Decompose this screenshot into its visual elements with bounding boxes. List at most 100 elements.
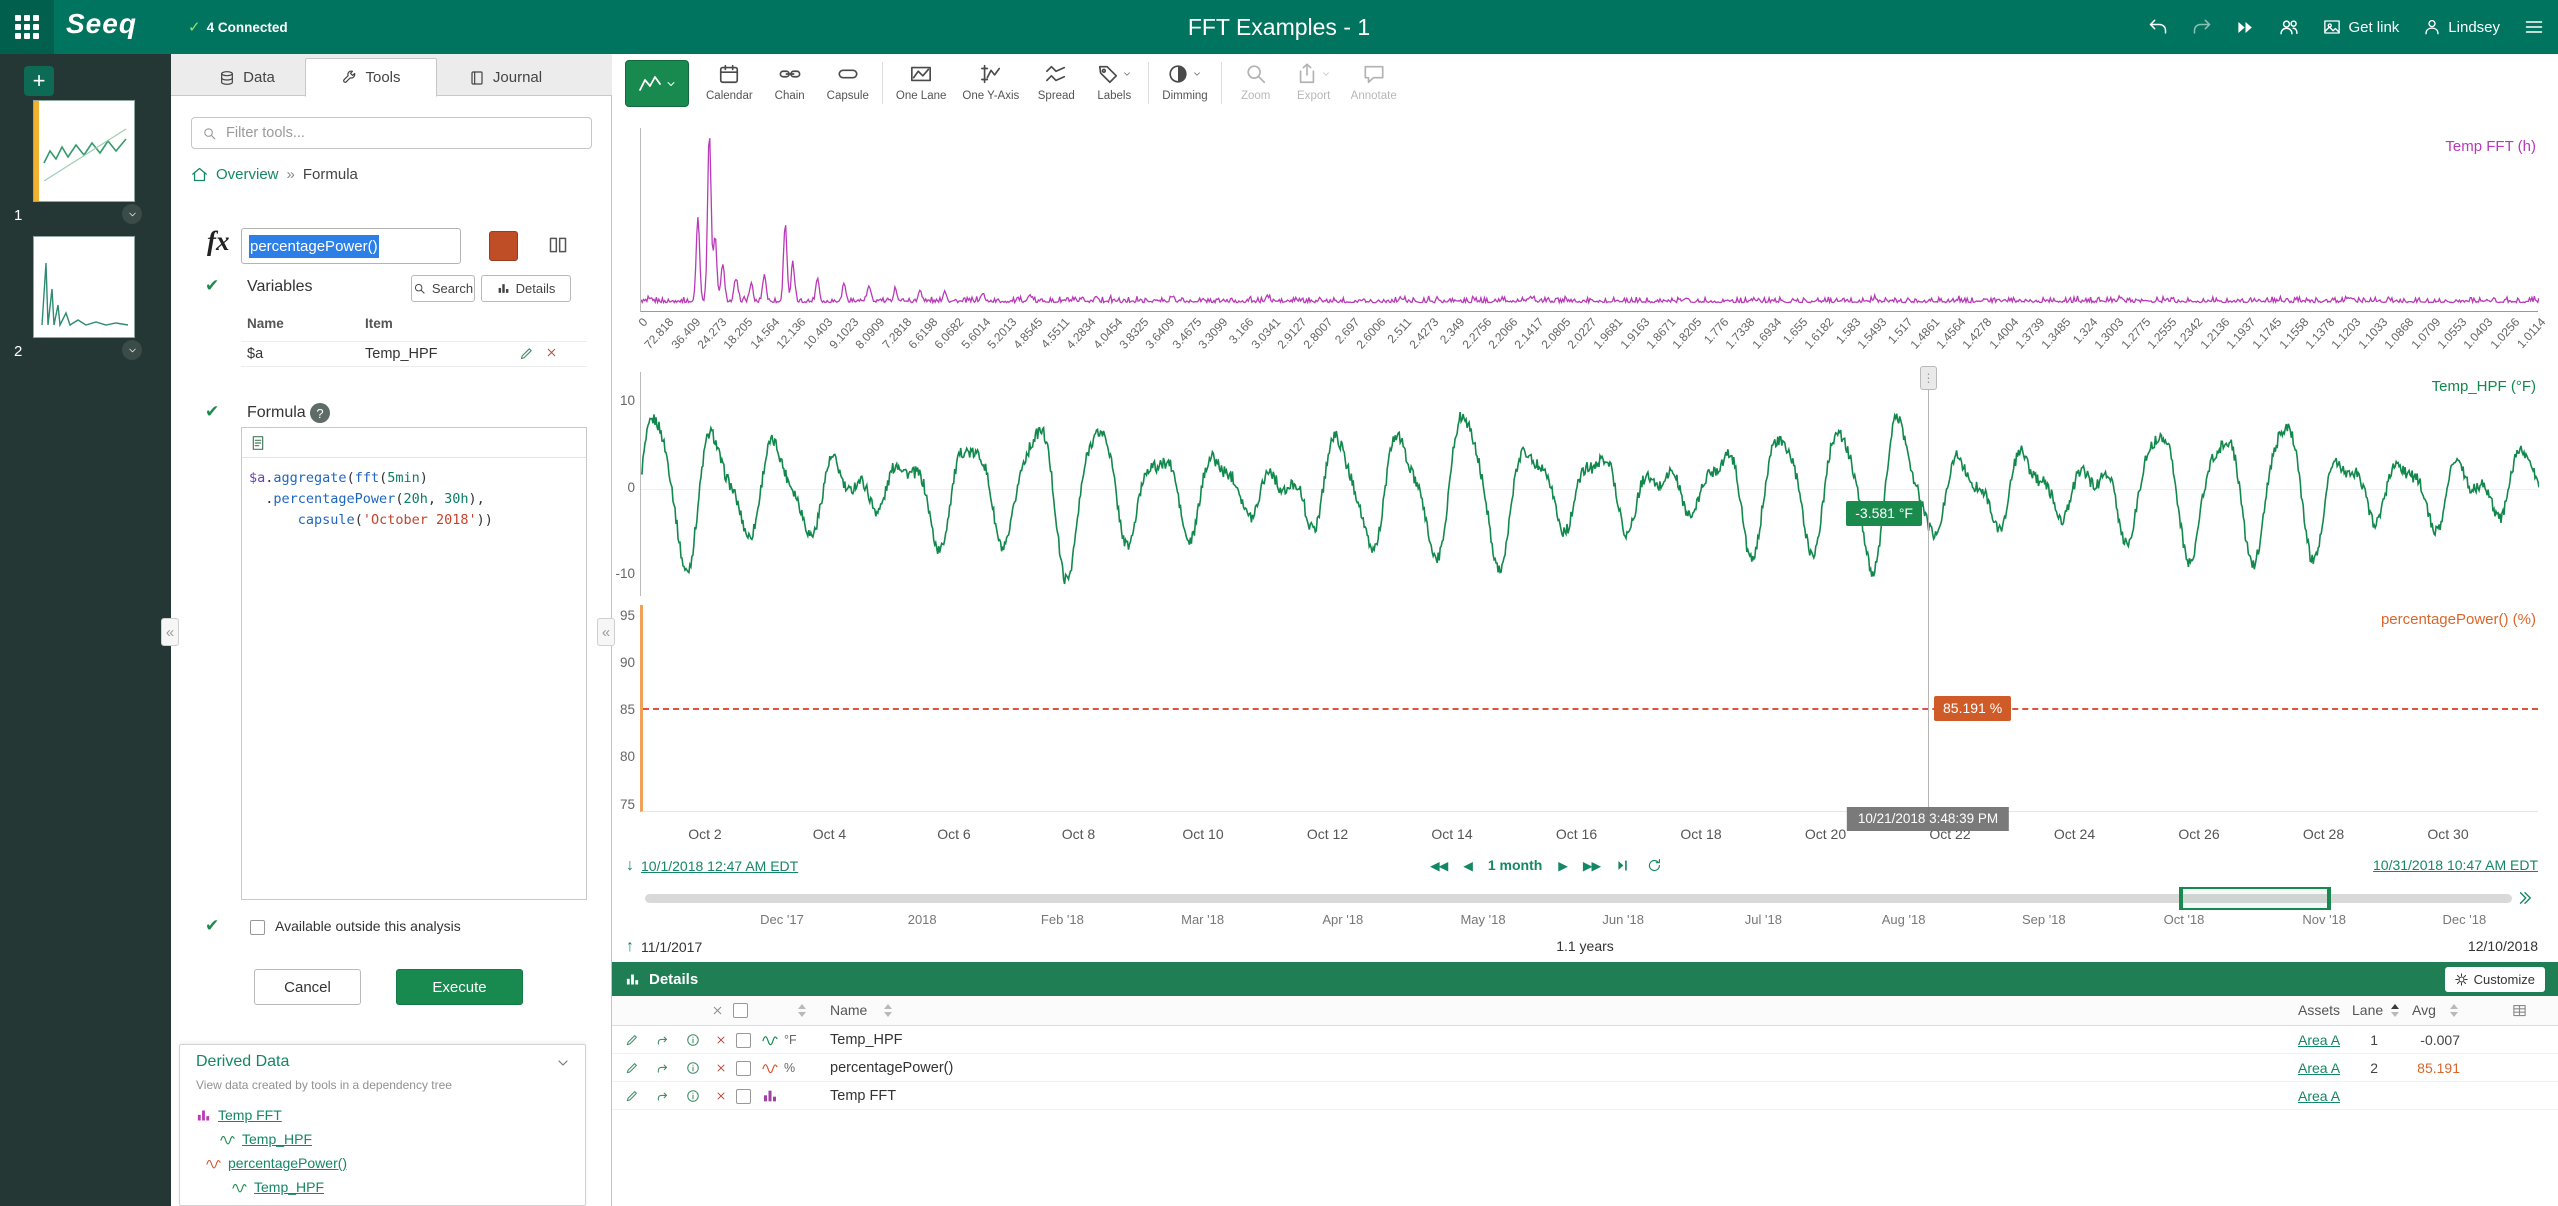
worksheet-menu-button[interactable] (122, 204, 142, 224)
collapse-sidebar-handle[interactable]: « (161, 618, 179, 646)
toolbar-dimming-button[interactable]: Dimming (1154, 58, 1215, 110)
add-worksheet-button[interactable]: + (24, 66, 54, 96)
derived-data-item[interactable]: Temp_HPF (180, 1175, 585, 1199)
info-icon[interactable] (686, 1089, 700, 1103)
remove-item-icon[interactable] (715, 1062, 727, 1074)
remove-variable-icon[interactable] (545, 346, 558, 359)
user-menu[interactable]: Lindsey (2423, 18, 2500, 36)
help-icon[interactable]: ? (310, 403, 330, 423)
derive-icon[interactable] (656, 1089, 670, 1103)
cursor-handle[interactable]: ⋮ (1920, 366, 1937, 390)
collapse-chevron-icon[interactable] (555, 1055, 571, 1071)
undo-icon[interactable] (2148, 17, 2168, 37)
cancel-button[interactable]: Cancel (254, 969, 361, 1005)
search-button[interactable]: Search (411, 275, 475, 302)
sort-asc-icon[interactable] (2391, 1004, 2400, 1017)
sort-icon[interactable] (884, 1004, 893, 1017)
range-end-link[interactable]: 10/31/2018 10:47 AM EDT (2373, 857, 2538, 873)
share-users-icon[interactable] (2279, 17, 2299, 37)
collapse-tools-handle[interactable]: « (597, 618, 615, 646)
details-button[interactable]: Details (481, 275, 571, 302)
select-all-checkbox[interactable] (733, 1003, 748, 1018)
formula-code[interactable]: $a.aggregate(fft(5min) .percentagePower(… (242, 458, 586, 541)
table-grid-icon[interactable] (2512, 1003, 2527, 1018)
derived-item-link[interactable]: Temp FFT (218, 1107, 282, 1123)
derive-icon[interactable] (656, 1033, 670, 1047)
range-start-link[interactable]: 10/1/2018 12:47 AM EDT (641, 858, 798, 874)
info-icon[interactable] (686, 1033, 700, 1047)
toolbar-labels-button[interactable]: Labels (1085, 58, 1143, 110)
duration-selector[interactable]: 1 month (1488, 857, 1542, 873)
tab-data[interactable]: Data (191, 58, 303, 97)
signal-name[interactable]: Temp_HPF (830, 1032, 903, 1048)
step-back-half-button[interactable]: ◀ (1463, 858, 1473, 873)
edit-item-icon[interactable] (625, 1061, 639, 1075)
signal-name[interactable]: percentagePower() (830, 1060, 953, 1076)
tab-tools[interactable]: Tools (305, 58, 437, 97)
customize-button[interactable]: Customize (2444, 966, 2545, 992)
redo-icon[interactable] (2192, 17, 2212, 37)
sort-icon[interactable] (798, 1004, 807, 1017)
app-grid-button[interactable] (0, 0, 54, 54)
row-checkbox[interactable] (736, 1061, 751, 1076)
hamburger-menu-icon[interactable] (2524, 17, 2544, 37)
worksheet-menu-button[interactable] (122, 340, 142, 360)
execute-button[interactable]: Execute (396, 969, 523, 1005)
asset-link[interactable]: Area A (2298, 1060, 2340, 1076)
row-checkbox[interactable] (736, 1033, 751, 1048)
edit-item-icon[interactable] (625, 1033, 639, 1047)
derived-data-item[interactable]: Temp_HPF (180, 1127, 585, 1151)
toolbar-chain-button[interactable]: Chain (761, 58, 819, 110)
edit-variable-icon[interactable] (519, 346, 534, 361)
color-swatch-button[interactable] (489, 231, 518, 261)
timebar-zoom-icon[interactable] (2516, 889, 2534, 907)
col-name[interactable]: Name (830, 1002, 867, 1018)
derived-item-link[interactable]: Temp_HPF (254, 1179, 324, 1195)
worksheet-thumbnail-1[interactable] (33, 100, 135, 202)
derived-item-link[interactable]: percentagePower() (228, 1155, 347, 1171)
breadcrumb-overview-link[interactable]: Overview (216, 166, 279, 183)
toolbar-calendar-button[interactable]: Calendar (698, 58, 761, 110)
available-outside-checkbox[interactable] (250, 920, 265, 935)
document-icon[interactable] (250, 435, 266, 451)
remove-item-icon[interactable] (715, 1034, 727, 1046)
col-avg[interactable]: Avg (2412, 1002, 2436, 1018)
skip-to-now-button[interactable] (1616, 858, 1631, 873)
selection-handle-right[interactable] (2327, 887, 2331, 910)
view-selector-button[interactable] (625, 60, 689, 107)
tab-journal[interactable]: Journal (439, 58, 572, 97)
step-back-full-button[interactable]: ◀◀ (1430, 858, 1448, 873)
toolbar-onelane-button[interactable]: One Lane (888, 58, 955, 110)
sort-icon[interactable] (2450, 1004, 2459, 1017)
selection-handle-left[interactable] (2179, 887, 2183, 910)
derived-data-item[interactable]: Temp FFT (180, 1103, 585, 1127)
formula-name-input[interactable]: percentagePower() (241, 228, 461, 264)
formula-editor[interactable]: $a.aggregate(fft(5min) .percentagePower(… (241, 427, 587, 900)
row-checkbox[interactable] (736, 1089, 751, 1104)
hpf-lane[interactable] (640, 372, 2539, 596)
step-forward-half-button[interactable]: ▶ (1558, 858, 1568, 873)
filter-tools-input[interactable] (226, 125, 581, 141)
asset-link[interactable]: Area A (2298, 1088, 2340, 1104)
investigate-end[interactable]: 12/10/2018 (2468, 938, 2538, 954)
home-icon[interactable] (191, 166, 208, 183)
info-icon[interactable] (686, 1061, 700, 1075)
signal-name[interactable]: Temp FFT (830, 1088, 896, 1104)
derived-data-item[interactable]: percentagePower() (180, 1151, 585, 1175)
edit-item-icon[interactable] (625, 1089, 639, 1103)
col-assets[interactable]: Assets (2298, 1002, 2340, 1018)
get-link-button[interactable]: Get link (2323, 18, 2399, 36)
timebar-selection[interactable] (2179, 887, 2331, 910)
fft-lane[interactable] (640, 128, 2539, 312)
auto-update-button[interactable] (1647, 858, 1662, 873)
toolbar-oneyaxis-button[interactable]: One Y-Axis (954, 58, 1027, 110)
present-icon[interactable] (2236, 18, 2255, 37)
derive-icon[interactable] (656, 1061, 670, 1075)
derived-item-link[interactable]: Temp_HPF (242, 1131, 312, 1147)
toolbar-spread-button[interactable]: Spread (1027, 58, 1085, 110)
panel-layout-icon[interactable] (548, 235, 568, 255)
col-lane[interactable]: Lane (2352, 1002, 2383, 1018)
remove-item-icon[interactable] (715, 1090, 727, 1102)
step-forward-full-button[interactable]: ▶▶ (1583, 858, 1601, 873)
investigate-start[interactable]: 11/1/2017 (641, 939, 702, 955)
